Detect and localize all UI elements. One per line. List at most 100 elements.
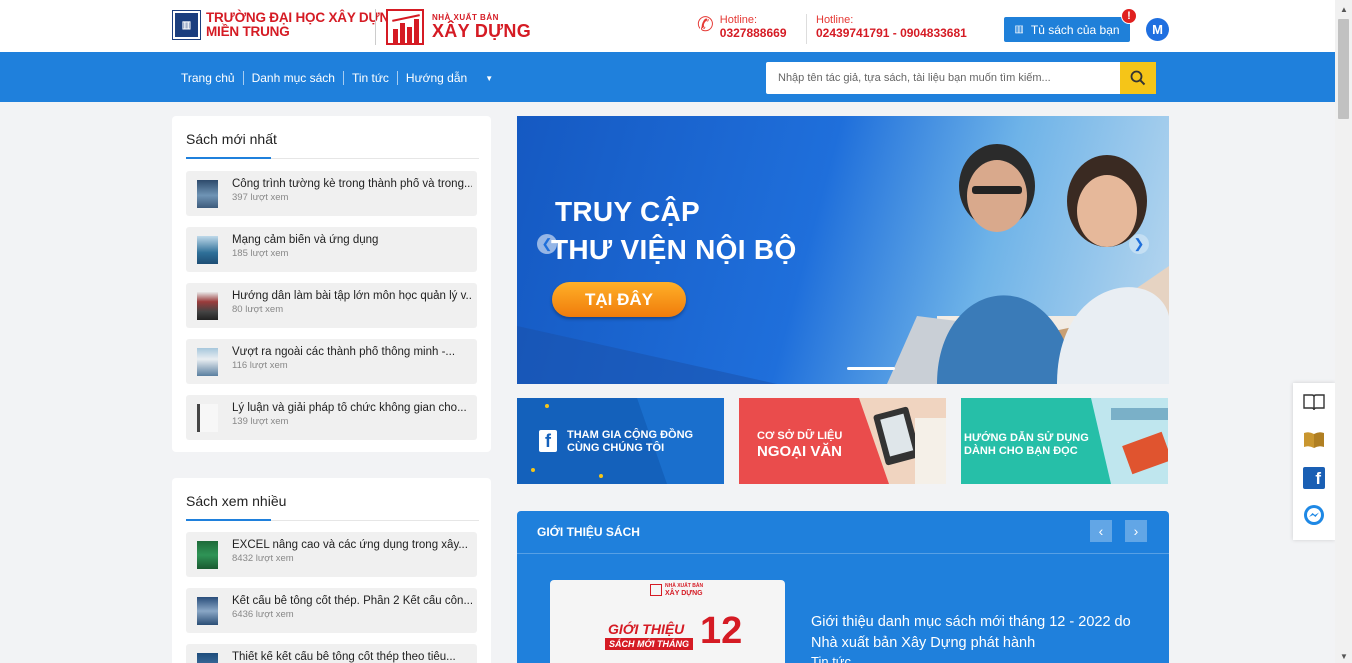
popular-books-title: Sách xem nhiều [186,493,287,509]
facebook-icon: f [539,430,557,452]
intro-article-title[interactable]: Giới thiệu danh mục sách mới tháng 12 - … [811,612,1156,654]
notification-badge[interactable]: ! [1121,8,1137,24]
thumb-publisher-large: XÂY DỰNG [665,590,703,597]
book-intro-heading: GIỚI THIỆU SÁCH [537,525,640,539]
scrollbar-thumb[interactable] [1338,19,1349,119]
hotline-2[interactable]: Hotline: 02439741791 - 0904833681 [816,14,967,40]
book-title: Vượt ra ngoài các thành phố thông minh -… [232,346,456,358]
banner-line-2: THƯ VIỆN NỘI BỘ [551,234,797,265]
promo-guide-line1: HƯỚNG DẪN SỬ DỤNG [964,432,1089,444]
book-title: Kết cấu bê tông cốt thép. Phần 2 Kết cấu… [232,595,472,607]
book-title: Thiết kế kết cấu bê tông cốt thép theo t… [232,651,456,663]
list-item[interactable]: Kết cấu bê tông cốt thép. Phần 2 Kết cấu… [186,588,477,633]
list-item[interactable]: Thiết kế kết cấu bê tông cốt thép theo t… [186,644,477,663]
book-cover [197,180,218,208]
book-cover [197,404,218,432]
search-button[interactable] [1120,62,1156,94]
book-title: EXCEL nâng cao và các ứng dụng trong xây… [232,539,468,551]
list-item[interactable]: Công trình tường kè trong thành phố và t… [186,171,477,216]
chevron-down-icon[interactable]: ▼ [485,74,493,83]
chevron-left-icon[interactable]: ❮ [537,234,557,254]
banner-cta-button[interactable]: TẠI ĐÂY [552,282,686,317]
promo-community-line2: CÙNG CHÚNG TÔI [567,442,665,454]
hotline-divider [806,14,807,44]
book-views: 185 lượt xem [232,248,289,259]
publisher-logo[interactable]: NHÀ XUẤT BẢN XÂY DỰNG [386,9,531,45]
promo-foreign-line1: CƠ SỞ DỮ LIỆU [757,430,843,442]
main-menu: Trang chủ Danh mục sách Tin tức Hướng dẫ… [181,71,493,85]
book-views: 116 lượt xem [232,360,288,371]
hotline-2-label: Hotline: [816,14,854,26]
hotline-1-label: Hotline: [719,14,758,26]
library-book-icon[interactable] [1302,428,1326,452]
university-logo-icon: ▥ [172,10,201,40]
book-title: Mạng cảm biến và ứng dụng [232,234,379,246]
top-header: ▥ TRƯỜNG ĐẠI HỌC XÂY DỰNG MIỀN TRUNG NHÀ… [0,0,1335,52]
bookshelf-label: Tủ sách của bạn [1030,22,1120,37]
promo-foreign-database[interactable]: CƠ SỞ DỮ LIỆU NGOẠI VĂN [739,398,946,484]
bookshelf-button[interactable]: ▥ Tủ sách của bạn [1004,17,1130,42]
user-avatar[interactable]: M [1146,18,1169,41]
nav-item-guide[interactable]: Hướng dẫn [398,71,475,85]
book-title: Hướng dẫn làm bài tập lớn môn học quản l… [232,290,472,302]
thumb-number: 12 [700,610,743,652]
book-views: 139 lượt xem [232,416,289,427]
promo-reader-guide[interactable]: HƯỚNG DẪN SỬ DỤNG DÀNH CHO BẠN ĐỌC [961,398,1168,484]
promo-community-line1: THAM GIA CỘNG ĐỒNG [567,429,694,441]
open-book-icon[interactable] [1302,390,1326,414]
list-item[interactable]: Vượt ra ngoài các thành phố thông minh -… [186,339,477,384]
nav-item-home[interactable]: Trang chủ [181,71,243,85]
main-navbar: Trang chủ Danh mục sách Tin tức Hướng dẫ… [0,52,1335,102]
book-cover [197,541,218,569]
heading-underline [186,157,271,159]
carousel-indicator[interactable] [847,367,895,370]
list-item[interactable]: Lý luận và giải pháp tổ chức không gian … [186,395,477,440]
intro-article-category[interactable]: Tin tức [811,654,851,663]
book-views: 80 lượt xem [232,304,284,315]
heading-underline [186,519,271,521]
section-divider [517,553,1169,554]
scroll-up-icon[interactable]: ▲ [1340,5,1348,14]
university-name: TRƯỜNG ĐẠI HỌC XÂY DỰNG MIỀN TRUNG [206,10,400,39]
hotline-1-number: 0327888669 [719,26,787,40]
promo-guide-line2: DÀNH CHO BẠN ĐỌC [964,445,1078,457]
book-views: 397 lượt xem [232,192,289,203]
book-cover [197,292,218,320]
facebook-icon[interactable]: f [1302,466,1326,490]
publisher-logo-icon [386,9,424,45]
list-item[interactable]: Hướng dẫn làm bài tập lớn môn học quản l… [186,283,477,328]
chevron-right-icon[interactable]: ❯ [1129,234,1149,254]
phone-incoming-icon: ✆ [697,14,714,36]
intro-article-thumbnail[interactable]: NHÀ XUẤT BẢN XÂY DỰNG GIỚI THIỆU SÁCH MỚ… [550,580,785,663]
hero-banner[interactable]: TRUY CẬP THƯ VIỆN NỘI BỘ TẠI ĐÂY ❮ ❯ [517,116,1169,384]
scroll-down-icon[interactable]: ▼ [1340,652,1348,661]
thumb-line2: SÁCH MỚI THÁNG [605,638,694,650]
list-item[interactable]: EXCEL nâng cao và các ứng dụng trong xây… [186,532,477,577]
nav-item-catalog[interactable]: Danh mục sách [244,71,343,85]
banner-line-1: TRUY CẬP [555,196,701,227]
list-item[interactable]: Mạng cảm biến và ứng dụng 185 lượt xem [186,227,477,272]
hotline-2-number: 02439741791 - 0904833681 [816,26,967,40]
university-name-line2: MIỀN TRUNG [206,24,290,39]
thumb-line1: GIỚI THIỆU [608,621,685,637]
university-name-line1: TRƯỜNG ĐẠI HỌC XÂY DỰNG [206,10,400,25]
book-cover [197,236,218,264]
search-box [766,62,1156,94]
book-title: Công trình tường kè trong thành phố và t… [232,178,472,190]
book-intro-section: GIỚI THIỆU SÁCH ‹ › NHÀ XUẤT BẢN XÂY DỰN… [517,511,1169,663]
chevron-right-icon[interactable]: › [1125,520,1147,542]
promo-community[interactable]: f THAM GIA CỘNG ĐỒNG CÙNG CHÚNG TÔI [517,398,724,484]
hotline-1[interactable]: ✆ Hotline: 0327888669 [697,14,787,40]
page: ▥ TRƯỜNG ĐẠI HỌC XÂY DỰNG MIỀN TRUNG NHÀ… [0,0,1352,663]
nav-item-news[interactable]: Tin tức [344,71,397,85]
book-cover [197,597,218,625]
university-logo[interactable]: ▥ TRƯỜNG ĐẠI HỌC XÂY DỰNG MIỀN TRUNG [172,10,400,40]
bookshelf-icon: ▥ [1014,24,1024,35]
messenger-icon[interactable] [1302,503,1326,527]
promo-foreign-line2: NGOẠI VĂN [757,443,843,460]
page-scrollbar[interactable]: ▲ ▼ [1335,0,1352,663]
logo-divider [375,9,376,45]
newest-books-title: Sách mới nhất [186,131,277,147]
chevron-left-icon[interactable]: ‹ [1090,520,1112,542]
search-input[interactable] [766,62,1121,94]
